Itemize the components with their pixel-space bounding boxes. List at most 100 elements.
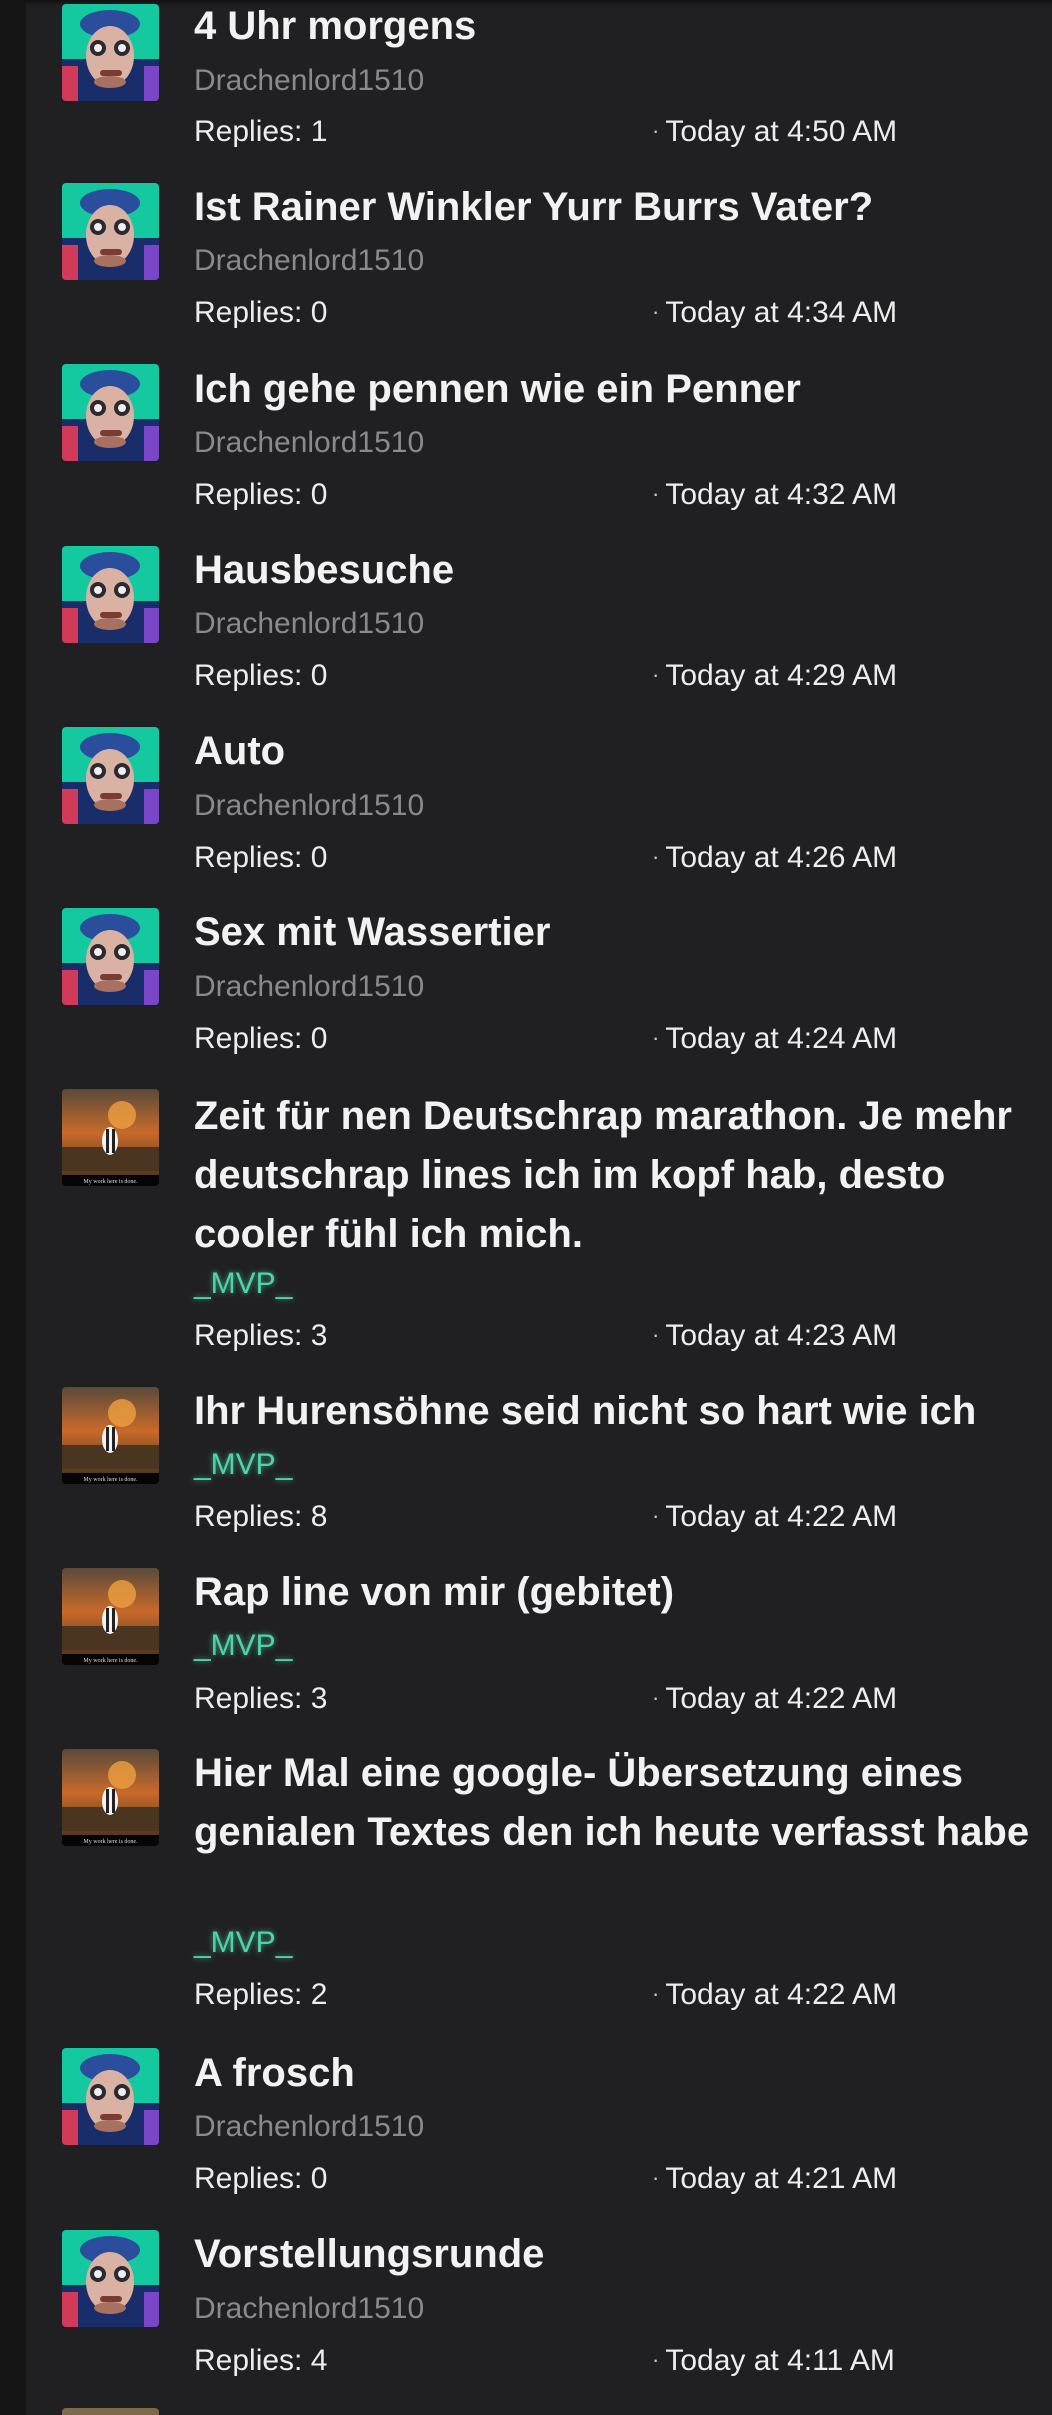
separator-dot: · xyxy=(652,1322,660,1347)
next-thread-avatar-peek[interactable] xyxy=(62,2408,159,2415)
thread-title[interactable]: Ich gehe pennen wie ein Penner xyxy=(194,360,1044,419)
thread-date-text: Today at 4:29 AM xyxy=(665,659,898,692)
separator-dot: · xyxy=(652,1025,660,1050)
thread-date: · Today at 4:50 AM xyxy=(652,114,897,152)
thread-author[interactable]: Drachenlord1510 xyxy=(194,243,424,279)
thread-item[interactable]: Ist Rainer Winkler Yurr Burrs Vater? Dra… xyxy=(26,181,1052,361)
thread-date-text: Today at 4:23 AM xyxy=(665,1319,898,1352)
mvp-avatar[interactable]: My work here is done. xyxy=(62,1387,159,1484)
thread-author[interactable]: _MVP_ xyxy=(194,1266,292,1302)
thread-date-text: Today at 4:26 AM xyxy=(665,841,898,874)
thread-list: 4 Uhr morgens Drachenlord1510 Replies: 1… xyxy=(26,0,1052,2415)
thread-item[interactable]: My work here is done. Zeit für nen Deuts… xyxy=(26,1087,1052,1383)
thread-item[interactable]: My work here is done. Ihr Hurensöhne sei… xyxy=(26,1385,1052,1565)
thread-replies: Replies: 0 xyxy=(194,296,328,329)
thread-date-text: Today at 4:32 AM xyxy=(665,478,898,511)
thread-date: · Today at 4:22 AM xyxy=(652,1499,897,1537)
thread-author[interactable]: Drachenlord1510 xyxy=(194,606,424,642)
thread-title[interactable]: Auto xyxy=(194,722,1044,781)
separator-dot: · xyxy=(652,299,660,324)
thread-item[interactable]: My work here is done. Hier Mal eine goog… xyxy=(26,1747,1052,2043)
thread-replies: Replies: 0 xyxy=(194,478,328,511)
thread-title[interactable]: Sex mit Wassertier xyxy=(194,903,1044,962)
drachenlord-avatar[interactable] xyxy=(62,546,159,643)
thread-date-text: Today at 4:21 AM xyxy=(665,2162,898,2195)
drachenlord-avatar[interactable] xyxy=(62,4,159,101)
thread-author[interactable]: _MVP_ xyxy=(194,1447,292,1483)
thread-title[interactable]: A frosch xyxy=(194,2044,1044,2103)
thread-title[interactable]: Ist Rainer Winkler Yurr Burrs Vater? xyxy=(194,178,1044,237)
thread-date: · Today at 4:34 AM xyxy=(652,295,897,333)
thread-author[interactable]: Drachenlord1510 xyxy=(194,425,424,461)
left-edge-strip xyxy=(0,0,26,2415)
separator-dot: · xyxy=(652,2165,660,2190)
mvp-avatar[interactable]: My work here is done. xyxy=(62,1568,159,1665)
thread-date: · Today at 4:21 AM xyxy=(652,2161,897,2199)
thread-item[interactable]: My work here is done. Rap line von mir (… xyxy=(26,1566,1052,1746)
separator-dot: · xyxy=(652,1981,660,2006)
thread-replies: Replies: 0 xyxy=(194,2162,328,2195)
thread-title[interactable]: Zeit für nen Deutschrap marathon. Je meh… xyxy=(194,1087,1044,1264)
thread-date: · Today at 4:24 AM xyxy=(652,1021,897,1059)
mvp-avatar[interactable]: My work here is done. xyxy=(62,1749,159,1846)
thread-item[interactable]: A frosch Drachenlord1510 Replies: 0 · Tod… xyxy=(26,2047,1052,2227)
thread-author[interactable]: _MVP_ xyxy=(194,1925,292,1961)
thread-author[interactable]: Drachenlord1510 xyxy=(194,969,424,1005)
thread-author[interactable]: Drachenlord1510 xyxy=(194,2291,424,2327)
thread-title[interactable]: Vorstellungsrunde xyxy=(194,2225,1044,2284)
thread-date-text: Today at 4:24 AM xyxy=(665,1022,898,1055)
thread-date: · Today at 4:26 AM xyxy=(652,840,897,878)
svg-text:My work here is done.: My work here is done. xyxy=(83,1839,138,1845)
thread-author[interactable]: _MVP_ xyxy=(194,1628,292,1664)
thread-replies: Replies: 4 xyxy=(194,2344,328,2377)
svg-text:My work here is done.: My work here is done. xyxy=(83,1477,138,1483)
drachenlord-avatar[interactable] xyxy=(62,183,159,280)
thread-date: · Today at 4:22 AM xyxy=(652,1977,897,2015)
separator-dot: · xyxy=(652,118,660,143)
thread-replies: Replies: 2 xyxy=(194,1978,328,2011)
thread-replies: Replies: 0 xyxy=(194,1022,328,1055)
separator-dot: · xyxy=(652,1503,660,1528)
svg-text:My work here is done.: My work here is done. xyxy=(83,1179,138,1185)
thread-replies: Replies: 0 xyxy=(194,659,328,692)
thread-replies: Replies: 1 xyxy=(194,115,328,148)
thread-item[interactable]: Vorstellungsrunde Drachenlord1510 Replie… xyxy=(26,2228,1052,2408)
thread-replies: Replies: 3 xyxy=(194,1682,328,1715)
thread-title[interactable]: Hier Mal eine google- Übersetzung eines … xyxy=(194,1744,1044,1862)
thread-date-text: Today at 4:22 AM xyxy=(665,1978,898,2011)
thread-date: · Today at 4:23 AM xyxy=(652,1318,897,1356)
thread-item[interactable]: Sex mit Wassertier Drachenlord1510 Repli… xyxy=(26,906,1052,1086)
thread-date-text: Today at 4:50 AM xyxy=(665,115,898,148)
thread-date-text: Today at 4:22 AM xyxy=(665,1500,898,1533)
thread-item[interactable]: Ich gehe pennen wie ein Penner Drachenlo… xyxy=(26,363,1052,543)
thread-title[interactable]: Rap line von mir (gebitet) xyxy=(194,1563,1044,1622)
thread-date: · Today at 4:32 AM xyxy=(652,477,897,515)
separator-dot: · xyxy=(652,481,660,506)
drachenlord-avatar[interactable] xyxy=(62,364,159,461)
thread-title[interactable]: 4 Uhr morgens xyxy=(194,0,1044,56)
thread-replies: Replies: 0 xyxy=(194,841,328,874)
thread-date-text: Today at 4:34 AM xyxy=(665,296,898,329)
thread-title[interactable]: Hausbesuche xyxy=(194,541,1044,600)
thread-date-text: Today at 4:22 AM xyxy=(665,1682,898,1715)
thread-list-page: 4 Uhr morgens Drachenlord1510 Replies: 1… xyxy=(0,0,1052,2415)
thread-replies: Replies: 8 xyxy=(194,1500,328,1533)
thread-author[interactable]: Drachenlord1510 xyxy=(194,63,424,99)
thread-replies: Replies: 3 xyxy=(194,1319,328,1352)
thread-date: · Today at 4:29 AM xyxy=(652,658,897,696)
thread-item[interactable]: 4 Uhr morgens Drachenlord1510 Replies: 1… xyxy=(26,0,1052,180)
separator-dot: · xyxy=(652,2347,660,2372)
thread-title[interactable]: Ihr Hurensöhne seid nicht so hart wie ic… xyxy=(194,1382,1044,1441)
thread-author[interactable]: Drachenlord1510 xyxy=(194,788,424,824)
separator-dot: · xyxy=(652,844,660,869)
thread-date: · Today at 4:11 AM xyxy=(652,2343,895,2381)
drachenlord-avatar[interactable] xyxy=(62,2048,159,2145)
drachenlord-avatar[interactable] xyxy=(62,908,159,1005)
drachenlord-avatar[interactable] xyxy=(62,727,159,824)
thread-item[interactable]: Auto Drachenlord1510 Replies: 0 · Today a… xyxy=(26,725,1052,905)
drachenlord-avatar[interactable] xyxy=(62,2230,159,2327)
thread-author[interactable]: Drachenlord1510 xyxy=(194,2109,424,2145)
thread-item[interactable]: Hausbesuche Drachenlord1510 Replies: 0 ·… xyxy=(26,544,1052,724)
mvp-avatar[interactable]: My work here is done. xyxy=(62,1089,159,1186)
svg-text:My work here is done.: My work here is done. xyxy=(83,1658,138,1664)
